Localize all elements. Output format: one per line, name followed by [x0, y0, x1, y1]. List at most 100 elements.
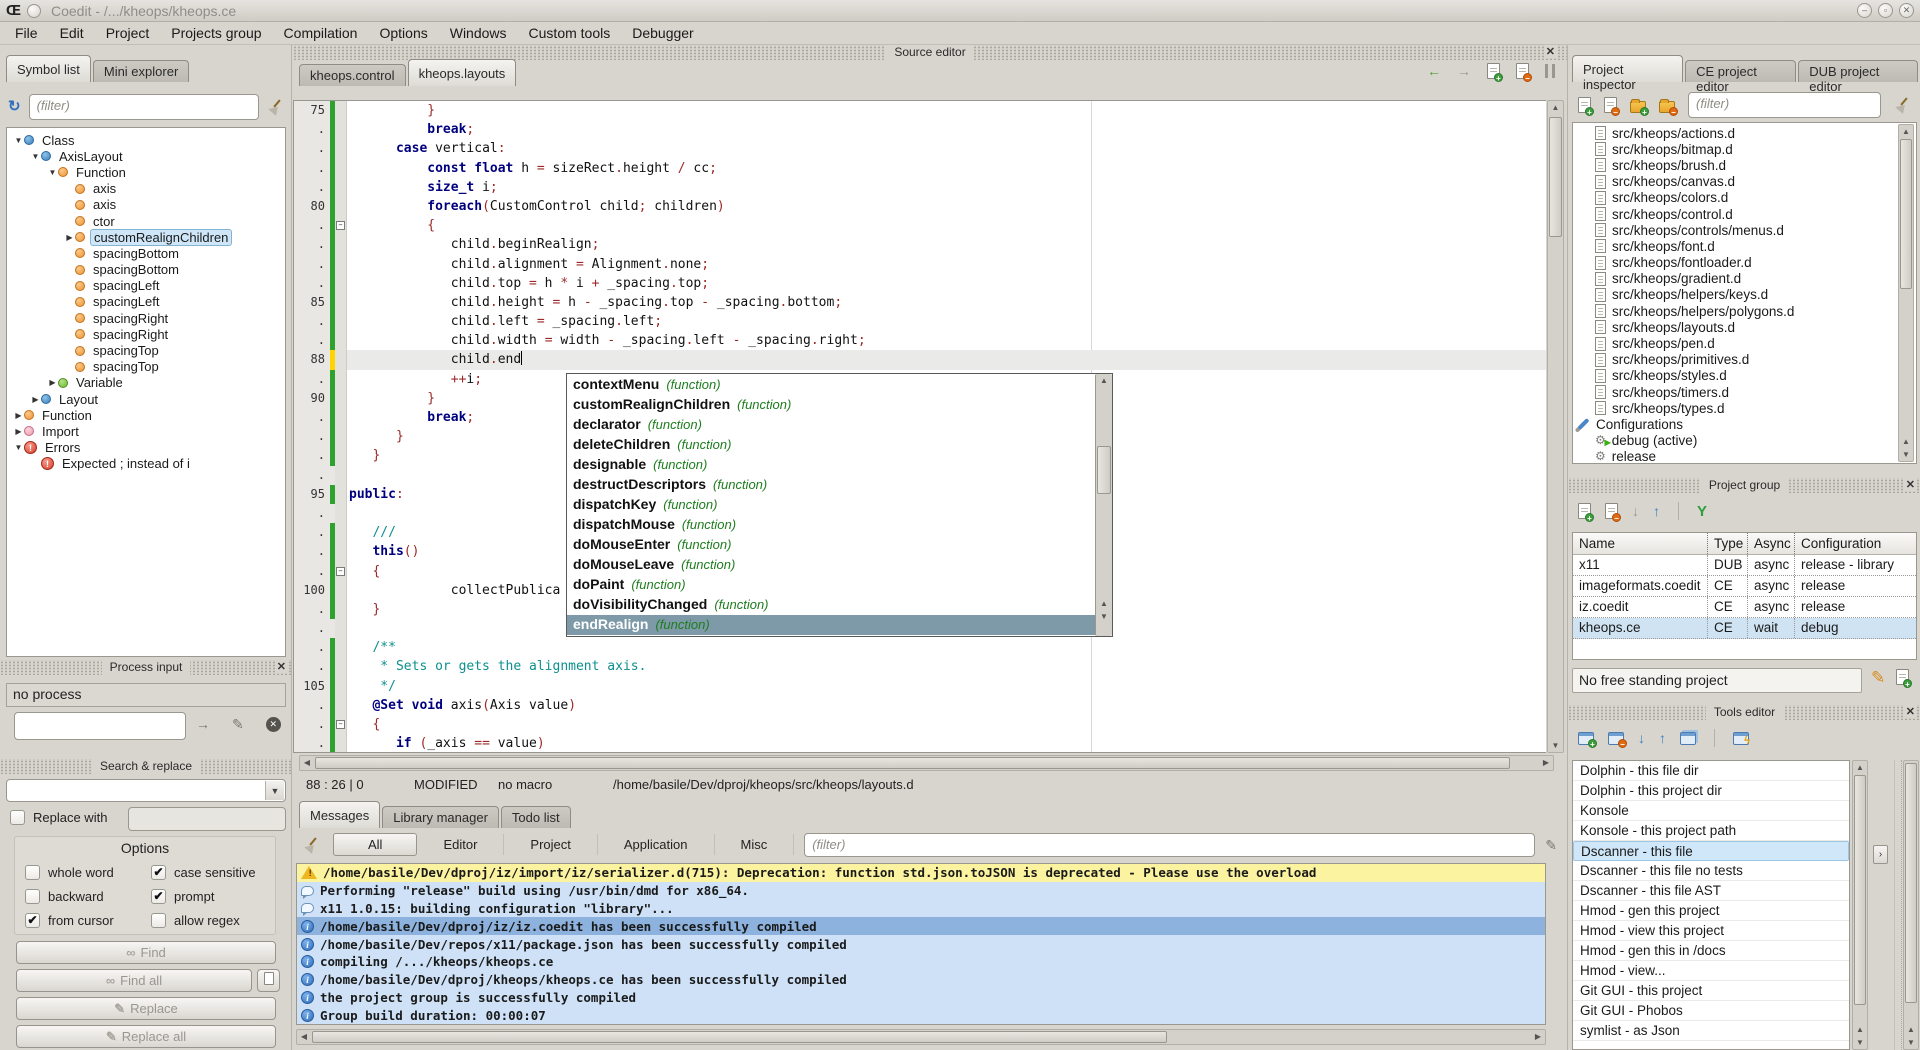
code-line[interactable]: . child.beginRealign; [294, 235, 1546, 254]
log-row[interactable]: Performing "release" build using /usr/bi… [297, 882, 1545, 900]
fold-marker-icon[interactable]: − [336, 567, 345, 576]
tool-item[interactable]: Dolphin - this project dir [1573, 781, 1849, 801]
completion-item[interactable]: declarator(function) [567, 415, 1095, 435]
column-header-configuration[interactable]: Configuration [1795, 533, 1916, 554]
tree-item[interactable]: spacingBottom [7, 262, 285, 278]
kill-process-icon[interactable]: ✕ [266, 717, 281, 732]
search-input[interactable]: ▼ [6, 779, 286, 802]
chevron-down-icon[interactable]: ▼ [265, 781, 284, 800]
tree-item[interactable]: !Expected ; instead of i [7, 456, 285, 472]
completion-item[interactable]: endRealign(function) [567, 615, 1095, 635]
tool-item[interactable]: Dscanner - this file AST [1573, 881, 1849, 901]
export-find-results-button[interactable] [257, 969, 280, 992]
file-item[interactable]: src/kheops/font.d [1573, 238, 1916, 254]
completion-item[interactable]: deleteChildren(function) [567, 435, 1095, 455]
tool-item[interactable]: Dolphin - this file dir [1573, 761, 1849, 781]
tool-item[interactable]: Hmod - gen this project [1573, 901, 1849, 921]
log-row[interactable]: /home/basile/Dev/dproj/iz/import/iz/seri… [297, 864, 1545, 882]
code-line[interactable]: 85 child.height = h - _spacing.top - _sp… [294, 293, 1546, 312]
build-group-icon[interactable]: Y [1697, 503, 1707, 520]
completion-item[interactable]: doVisibilityChanged(function) [567, 595, 1095, 615]
code-line[interactable]: 80 foreach(CustomControl child; children… [294, 197, 1546, 216]
tree-item[interactable]: spacingLeft [7, 278, 285, 294]
expander-icon[interactable]: ▶ [13, 411, 24, 420]
file-item[interactable]: src/kheops/brush.d [1573, 157, 1916, 173]
fold-marker-icon[interactable]: − [336, 720, 345, 729]
menu-debugger[interactable]: Debugger [621, 23, 705, 43]
scroll-up-icon[interactable]: ▲ [1904, 1023, 1918, 1036]
log-row[interactable]: ithe project group is successfully compi… [297, 989, 1545, 1007]
run-tool-icon[interactable]: ϟ [1733, 732, 1749, 745]
tool-item[interactable]: Dscanner - this file no tests [1573, 861, 1849, 881]
window-control-button[interactable]: ✕ [1899, 3, 1914, 18]
pencil-icon[interactable]: ✎ [1545, 838, 1557, 852]
replace-input[interactable] [128, 807, 286, 831]
close-icon[interactable]: ✕ [1904, 478, 1917, 491]
broom-icon[interactable] [1894, 97, 1910, 113]
tab-todo-list[interactable]: Todo list [501, 806, 571, 828]
send-input-icon[interactable]: → [196, 717, 210, 732]
code-line[interactable]: . case vertical: [294, 139, 1546, 158]
filter-misc[interactable]: Misc [715, 834, 795, 855]
inspector-filter-input[interactable]: (filter) [1688, 92, 1881, 118]
expander-icon[interactable]: ▶ [64, 233, 75, 242]
prompt-checkbox[interactable]: ✔ [151, 889, 166, 904]
column-header-type[interactable]: Type [1708, 533, 1748, 554]
expander-icon[interactable]: ▼ [47, 168, 58, 177]
filter-all[interactable]: All [333, 833, 417, 856]
tool-item[interactable]: Konsole - this project path [1573, 821, 1849, 841]
tab-library-manager[interactable]: Library manager [382, 806, 499, 828]
symbol-filter-input[interactable]: (filter) [29, 94, 259, 120]
expander-icon[interactable]: ▶ [30, 395, 41, 404]
tab-kheops-control[interactable]: kheops.control [299, 64, 406, 86]
code-line[interactable]: . if (_axis == value) [294, 734, 1546, 753]
table-row[interactable]: kheops.ceCEwaitdebug [1573, 618, 1916, 639]
code-line[interactable]: 75 } [294, 101, 1546, 120]
tool-item[interactable]: Hmod - view this project [1573, 921, 1849, 941]
scroll-up-icon[interactable]: ▲ [1096, 374, 1112, 387]
configurations-node[interactable]: Configurations [1573, 416, 1916, 432]
scroll-up-icon[interactable]: ▲ [1899, 435, 1913, 448]
tree-item[interactable]: ▶customRealignChildren [7, 229, 285, 245]
messages-filter-input[interactable]: (filter) [804, 833, 1535, 857]
filter-application[interactable]: Application [598, 834, 715, 855]
expand-tool-details-button[interactable]: › [1873, 845, 1888, 864]
tree-item[interactable]: ▼AxisLayout [7, 148, 285, 164]
case-sensitive-checkbox[interactable]: ✔ [151, 865, 166, 880]
expander-icon[interactable]: ▼ [30, 152, 41, 161]
close-icon[interactable]: ✕ [1904, 705, 1917, 718]
table-row[interactable]: iz.coeditCEasyncrelease [1573, 597, 1916, 618]
tools-scrollbar[interactable]: ▲ ▲ ▼ [1852, 760, 1868, 1050]
completion-item[interactable]: designable(function) [567, 455, 1095, 475]
scroll-down-icon[interactable]: ▼ [1548, 739, 1563, 752]
column-header-async[interactable]: Async [1748, 533, 1795, 554]
scroll-down-icon[interactable]: ▼ [1899, 448, 1913, 461]
menu-windows[interactable]: Windows [439, 23, 518, 43]
tree-item[interactable]: ▶Import [7, 423, 285, 439]
find-all-button[interactable]: ∞Find all [16, 969, 252, 992]
tree-item[interactable]: ▼!Errors [7, 440, 285, 456]
completion-scrollbar[interactable]: ▲ ▲ ▼ [1095, 374, 1112, 636]
scroll-right-icon[interactable]: ▶ [1531, 1030, 1545, 1044]
log-row[interactable]: iGroup build duration: 00:00:07 [297, 1006, 1545, 1024]
file-item[interactable]: src/kheops/primitives.d [1573, 352, 1916, 368]
scroll-down-icon[interactable]: ▼ [1096, 610, 1112, 623]
file-item[interactable]: src/kheops/types.d [1573, 400, 1916, 416]
new-file-icon[interactable]: + [1487, 63, 1500, 79]
forward-icon[interactable]: → [1457, 64, 1471, 78]
configuration-item[interactable]: ⚙release [1573, 449, 1916, 464]
replace-with-checkbox[interactable] [10, 810, 25, 825]
file-item[interactable]: src/kheops/helpers/keys.d [1573, 287, 1916, 303]
tool-item[interactable]: Hmod - view... [1573, 961, 1849, 981]
code-line[interactable]: . child.alignment = Alignment.none; [294, 255, 1546, 274]
code-line[interactable]: . child.top = h * i + _spacing.top; [294, 274, 1546, 293]
completion-item[interactable]: dispatchMouse(function) [567, 515, 1095, 535]
move-up-icon[interactable]: ↑ [1653, 504, 1660, 518]
table-row[interactable]: imageformats.coeditCEasyncrelease [1573, 576, 1916, 597]
tool-item[interactable]: Dscanner - this file [1573, 841, 1849, 861]
code-line[interactable]: . * Sets or gets the alignment axis. [294, 657, 1546, 676]
tool-item[interactable]: Git GUI - Phobos [1573, 1001, 1849, 1021]
menu-edit[interactable]: Edit [49, 23, 95, 43]
menu-project[interactable]: Project [95, 23, 161, 43]
log-row[interactable]: x11 1.0.15: building configuration "libr… [297, 900, 1545, 918]
